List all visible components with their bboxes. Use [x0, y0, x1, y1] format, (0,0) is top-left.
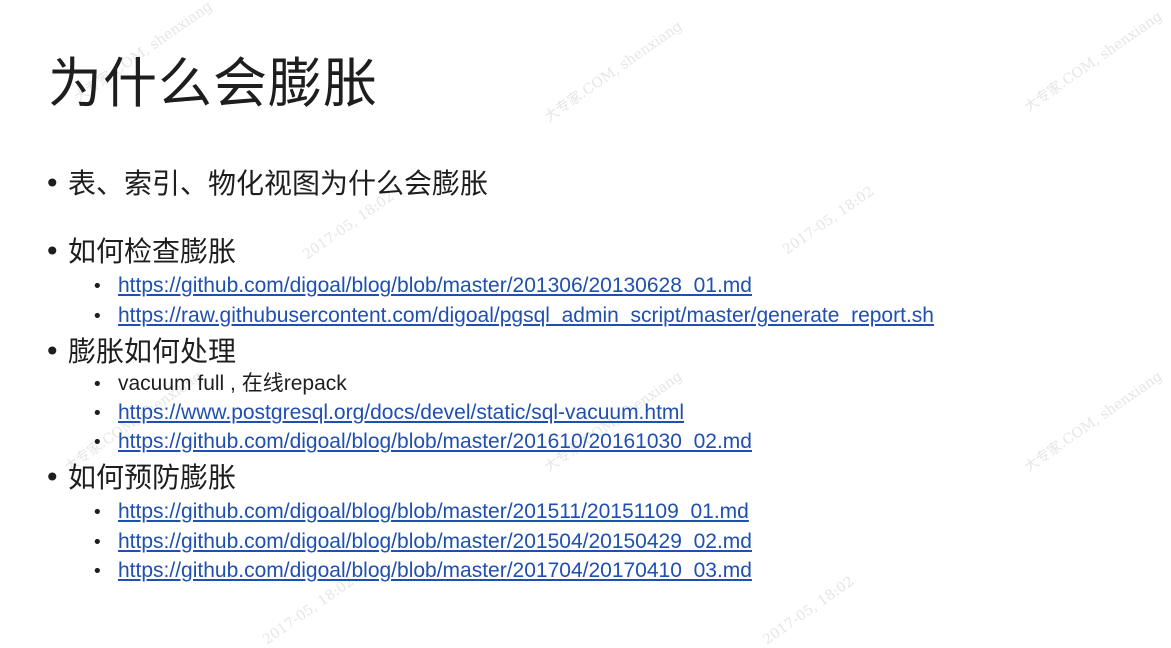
slide: 大专家.COM, shenxiang 大专家.COM, shenxiang 大专… [0, 0, 1171, 648]
bullet-text: vacuum full , 在线repack [118, 372, 347, 395]
bullet-glyph: • [92, 306, 103, 327]
link[interactable]: https://raw.githubusercontent.com/digoal… [118, 304, 934, 327]
link[interactable]: https://github.com/digoal/blog/blob/mast… [118, 530, 752, 553]
bullet-glyph: • [92, 561, 103, 582]
bullet-glyph: • [44, 235, 61, 268]
link[interactable]: https://github.com/digoal/blog/blob/mast… [118, 430, 752, 453]
watermark: 大专家.COM, shenxiang [1021, 8, 1166, 116]
bullet-text: 如何检查膨胀 [68, 235, 237, 268]
link[interactable]: https://github.com/digoal/blog/blob/mast… [118, 559, 752, 582]
sub-bullet: • https://github.com/digoal/blog/blob/mas… [92, 557, 752, 586]
watermark: 大专家.COM, shenxiang [1021, 368, 1166, 476]
sub-bullet: • https://www.postgresql.org/docs/devel/s… [92, 399, 684, 428]
bullet-glyph: • [92, 276, 103, 297]
sub-bullet: • https://github.com/digoal/blog/blob/mas… [92, 498, 749, 527]
bullet-glyph: • [92, 374, 103, 395]
bullet-text: 表、索引、物化视图为什么会膨胀 [68, 167, 489, 200]
bullet-glyph: • [92, 403, 103, 424]
watermark: 大专家.COM, shenxiang [541, 18, 686, 126]
watermark: 2017-05, 18:02 [760, 573, 858, 648]
bullet-glyph: • [44, 167, 61, 200]
bullet-glyph: • [92, 532, 103, 553]
sub-bullet: • https://github.com/digoal/blog/blob/mas… [92, 528, 752, 557]
bullet-item: • 表、索引、物化视图为什么会膨胀 [44, 166, 488, 202]
sub-bullet: • https://raw.githubusercontent.com/digoa… [92, 302, 934, 331]
bullet-item: • 如何预防膨胀 [44, 460, 236, 496]
bullet-text: 如何预防膨胀 [68, 461, 237, 494]
bullet-item: • 如何检查膨胀 [44, 234, 236, 270]
slide-title: 为什么会膨胀 [48, 52, 378, 115]
bullet-glyph: • [92, 432, 103, 453]
sub-bullet: • https://github.com/digoal/blog/blob/mas… [92, 428, 752, 457]
bullet-glyph: • [44, 335, 61, 368]
link[interactable]: https://www.postgresql.org/docs/devel/st… [118, 401, 684, 424]
link[interactable]: https://github.com/digoal/blog/blob/mast… [118, 274, 752, 297]
bullet-glyph: • [44, 461, 61, 494]
link[interactable]: https://github.com/digoal/blog/blob/mast… [118, 500, 749, 523]
bullet-glyph: • [92, 502, 103, 523]
bullet-text: 膨胀如何处理 [68, 335, 237, 368]
bullet-item: • 膨胀如何处理 [44, 334, 236, 370]
watermark: 2017-05, 18:02 [780, 183, 878, 259]
sub-bullet: • vacuum full , 在线repack [92, 370, 347, 399]
sub-bullet: • https://github.com/digoal/blog/blob/mas… [92, 272, 752, 301]
